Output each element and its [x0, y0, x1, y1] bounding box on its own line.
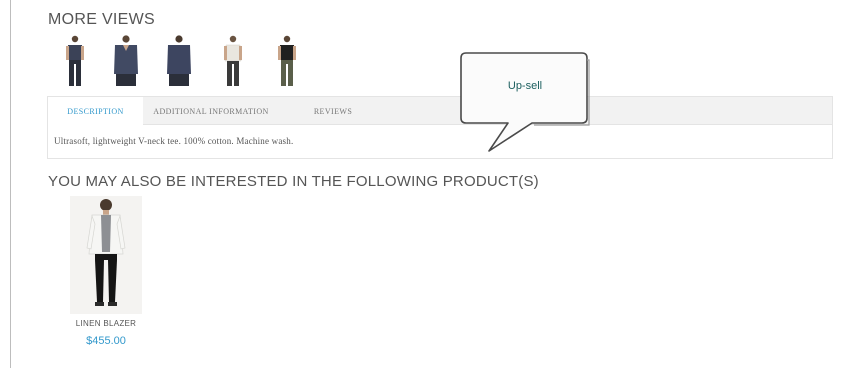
model-navy-tee-back-icon [167, 35, 191, 86]
product-name[interactable]: LINEN BLAZER [56, 319, 156, 328]
tab-additional-information[interactable]: ADDITIONAL INFORMATION [146, 97, 276, 124]
model-black-tee-icon [278, 35, 296, 86]
tab-description[interactable]: DESCRIPTION [48, 97, 143, 125]
model-navy-tee-front-icon [66, 35, 84, 86]
model-white-blazer-icon [70, 196, 142, 314]
tabs-bar: DESCRIPTION ADDITIONAL INFORMATION REVIE… [48, 97, 832, 125]
thumbnail-2[interactable] [111, 34, 141, 90]
upsell-callout-bubble [458, 50, 590, 154]
upsell-title: YOU MAY ALSO BE INTERESTED IN THE FOLLOW… [48, 173, 539, 190]
tab-reviews[interactable]: REVIEWS [298, 97, 368, 124]
product-image[interactable] [70, 196, 142, 314]
more-views-title: MORE VIEWS [48, 11, 156, 28]
thumbnail-5[interactable] [274, 34, 300, 90]
thumbnail-3[interactable] [164, 34, 194, 90]
description-text: Ultrasoft, lightweight V-neck tee. 100% … [54, 136, 294, 146]
callout-label: Up-sell [507, 80, 543, 92]
speech-bubble-icon [460, 52, 590, 152]
model-white-tee-icon [224, 35, 242, 86]
product-tabs: DESCRIPTION ADDITIONAL INFORMATION REVIE… [47, 96, 833, 159]
product-price: $455.00 [86, 335, 126, 347]
model-navy-tee-closeup-icon [114, 35, 138, 86]
product-page: MORE VIEWS DESCRIPTION ADDITIONAL INFORM… [0, 0, 856, 368]
left-border [10, 0, 11, 368]
thumbnail-1[interactable] [62, 34, 88, 90]
thumbnail-4[interactable] [220, 34, 246, 90]
